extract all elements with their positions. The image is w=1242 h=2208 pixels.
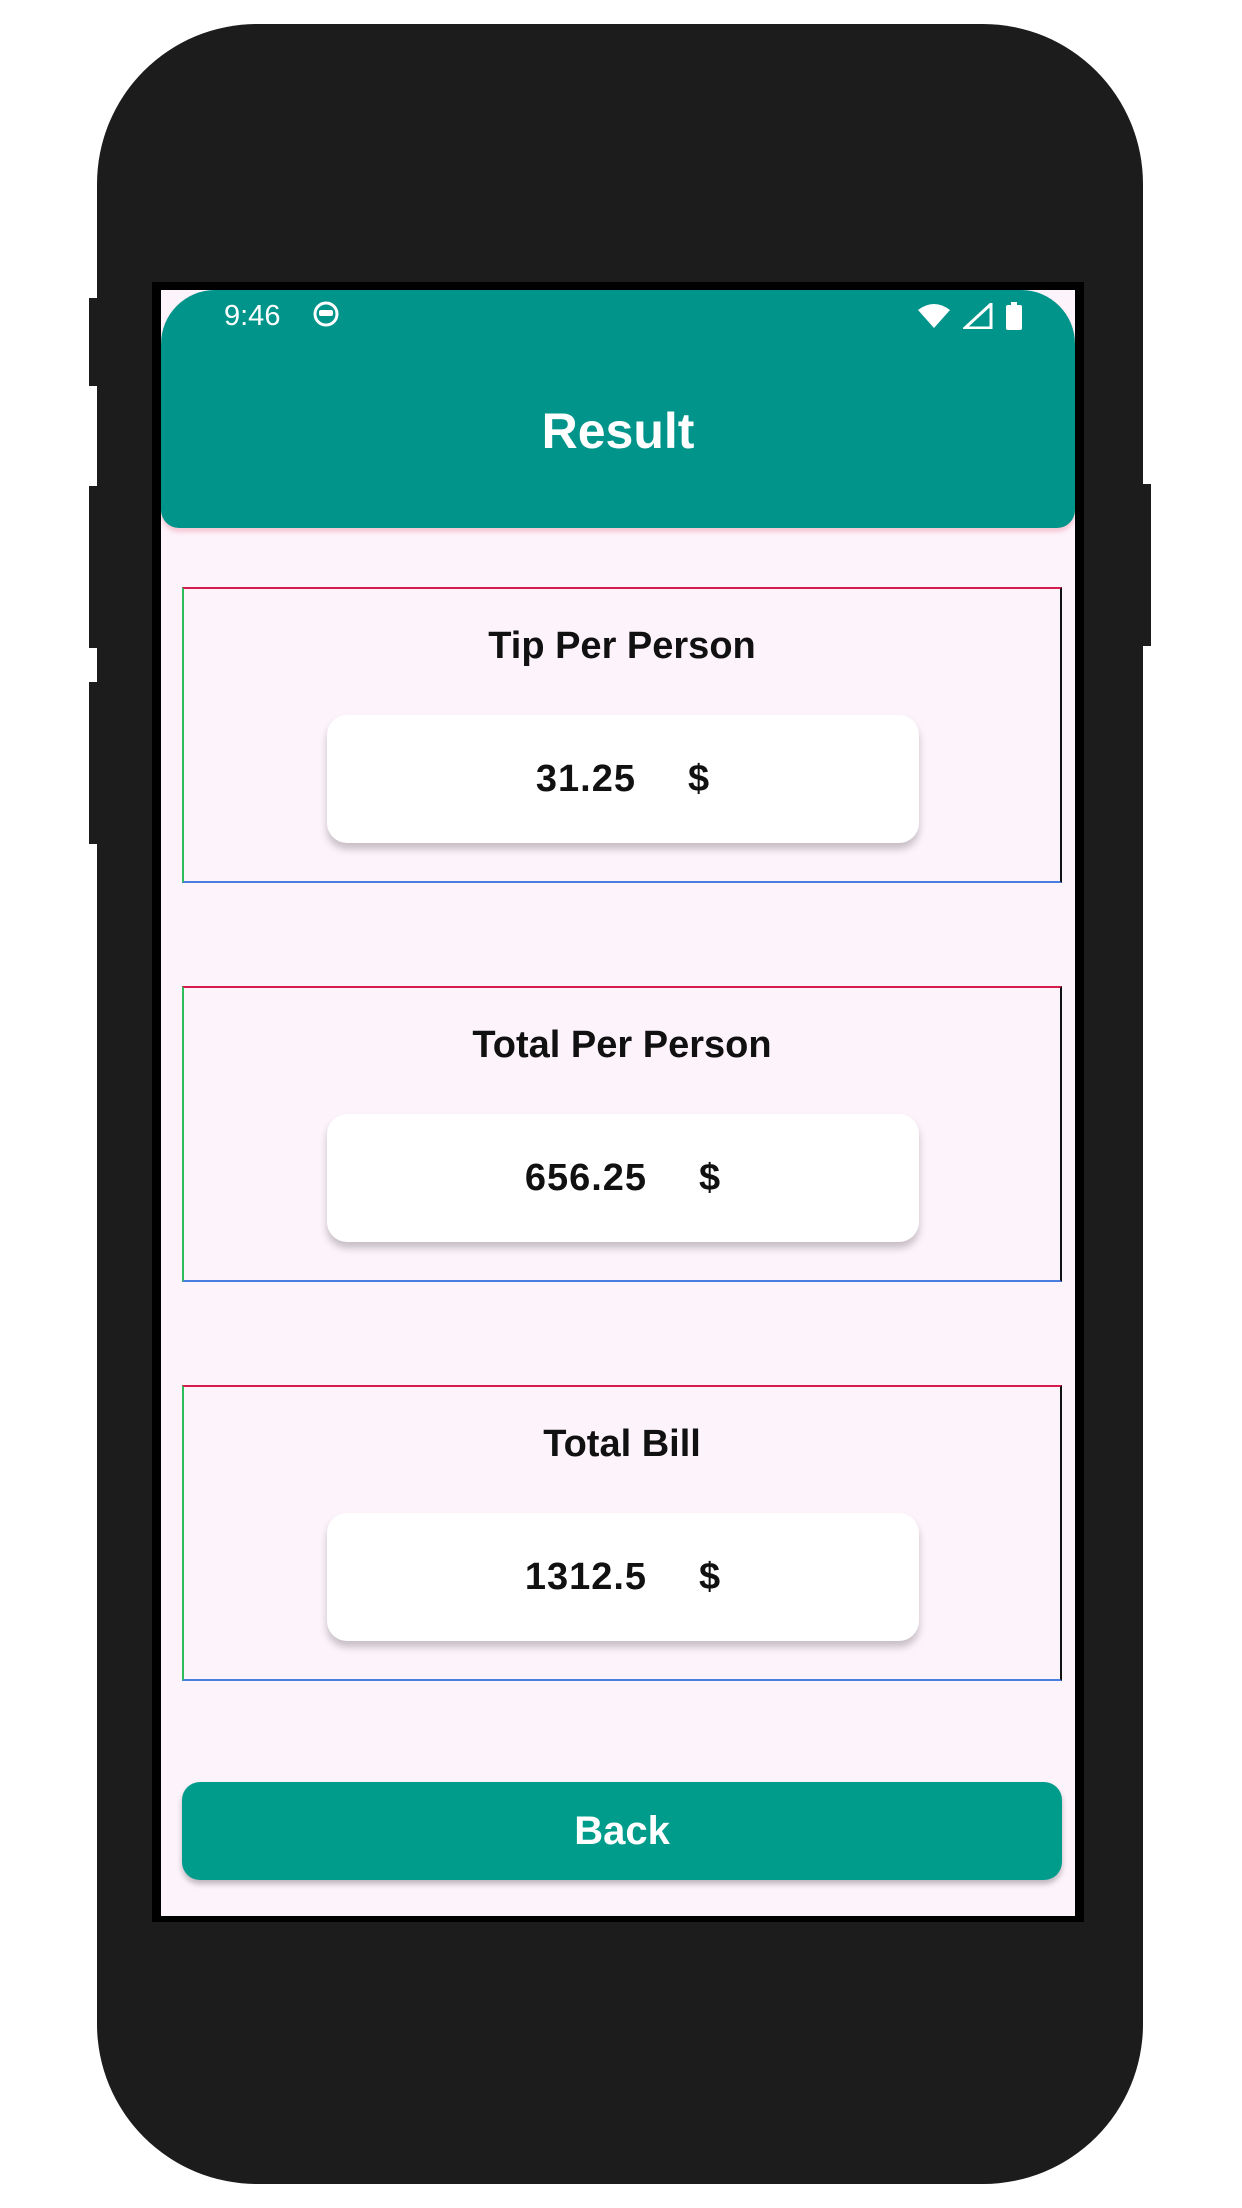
battery-icon [1006,302,1022,330]
status-time: 9:46 [224,300,281,332]
value-amount: 656.25 [524,1156,648,1199]
power-button [1139,484,1151,646]
card-title: Total Per Person [472,1024,772,1066]
result-card-total-bill: Total Bill 1312.5 $ [182,1385,1062,1681]
back-button[interactable]: Back [182,1782,1062,1880]
currency-symbol: $ [699,1156,722,1199]
cellular-signal-icon [963,303,993,329]
app-screen: 9:46 Result Tip Per Person 31.25 $ Total [161,290,1075,1916]
value-amount: 31.25 [535,757,636,800]
currency-symbol: $ [687,757,711,800]
app-bar: 9:46 Result [161,290,1075,528]
volume-down-button [89,682,101,844]
value-amount: 1312.5 [524,1555,648,1598]
value-display: 1312.5 $ [327,1513,919,1641]
result-card-total-per-person: Total Per Person 656.25 $ [182,986,1062,1282]
side-button [89,298,101,386]
face-icon [313,301,339,327]
wifi-icon [918,304,950,328]
value-display: 31.25 $ [327,715,919,843]
card-title: Tip Per Person [488,625,756,667]
card-title: Total Bill [543,1423,701,1465]
volume-up-button [89,486,101,648]
value-display: 656.25 $ [327,1114,919,1242]
result-card-tip-per-person: Tip Per Person 31.25 $ [182,587,1062,883]
page-title: Result [541,403,695,459]
status-icons [917,296,1023,336]
currency-symbol: $ [699,1555,722,1598]
